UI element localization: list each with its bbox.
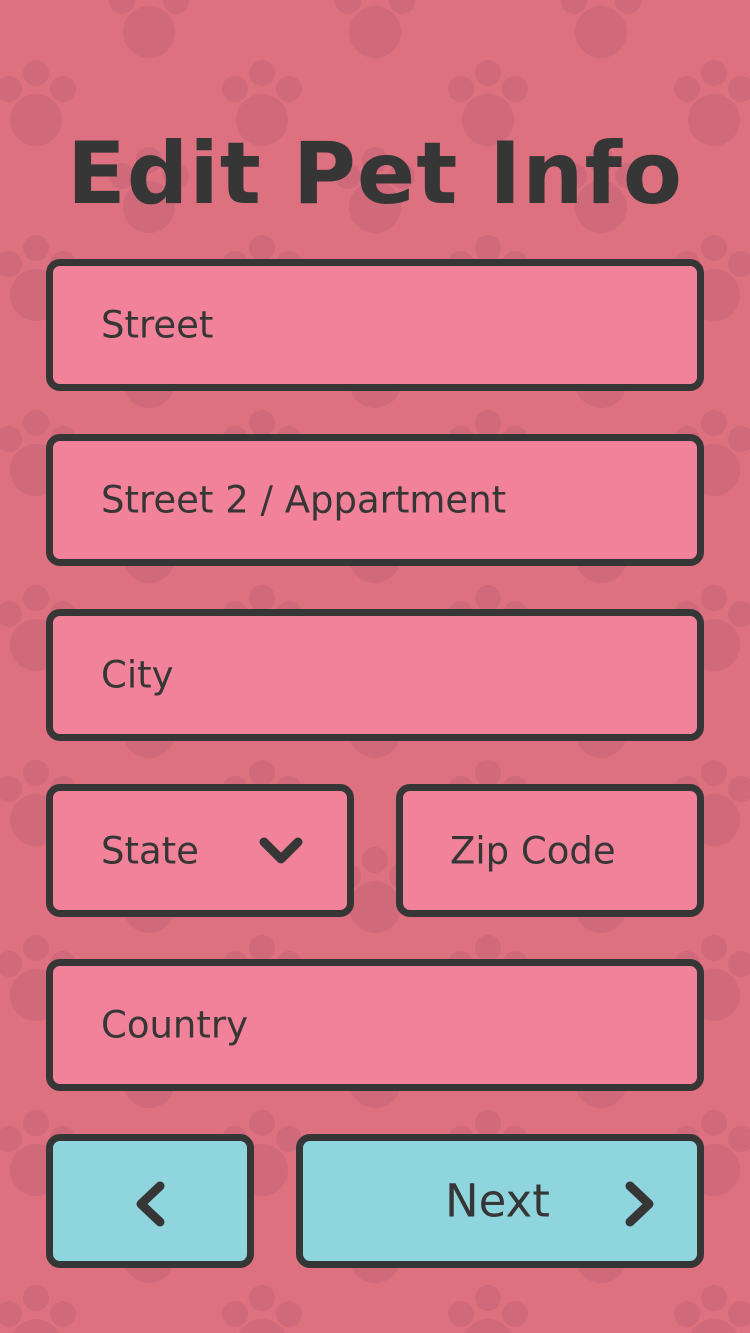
city-input[interactable]: City: [46, 609, 704, 741]
zip-code-placeholder: Zip Code: [450, 829, 616, 872]
back-button[interactable]: [46, 1134, 254, 1268]
street-input[interactable]: Street: [46, 259, 704, 391]
street-placeholder: Street: [101, 303, 214, 347]
country-placeholder: Country: [101, 1003, 248, 1047]
chevron-left-icon: [136, 1181, 165, 1227]
state-placeholder: State: [101, 829, 199, 872]
next-button[interactable]: Next: [296, 1134, 704, 1268]
next-button-label: Next: [445, 1174, 550, 1228]
page-title: Edit Pet Info: [67, 124, 683, 224]
city-placeholder: City: [101, 653, 174, 697]
chevron-right-icon: [625, 1181, 654, 1227]
zip-code-input[interactable]: Zip Code: [396, 784, 704, 917]
street2-input[interactable]: Street 2 / Appartment: [46, 434, 704, 566]
state-select[interactable]: State: [46, 784, 354, 917]
street2-placeholder: Street 2 / Appartment: [101, 478, 507, 522]
chevron-down-icon: [259, 837, 303, 864]
country-input[interactable]: Country: [46, 959, 704, 1091]
